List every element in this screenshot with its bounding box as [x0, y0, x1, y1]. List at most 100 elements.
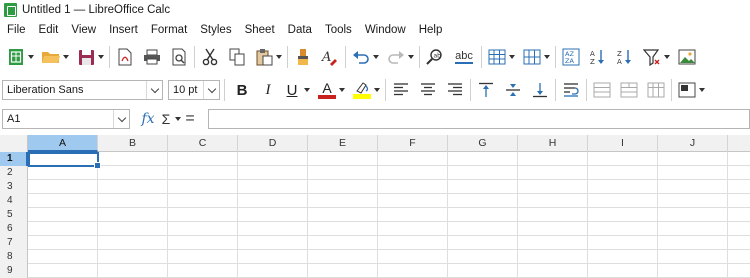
column-header-c[interactable]: C: [168, 135, 238, 152]
cell-g9[interactable]: [448, 264, 518, 278]
open-dropdown[interactable]: [62, 46, 70, 68]
cell-c7[interactable]: [168, 236, 238, 250]
formula-input[interactable]: [208, 109, 750, 129]
cell-j1[interactable]: [658, 152, 728, 166]
column-button[interactable]: [521, 46, 543, 68]
new-spreadsheet-button[interactable]: [5, 46, 27, 68]
cell-h9[interactable]: [518, 264, 588, 278]
cut-button[interactable]: [199, 46, 221, 68]
cell-e3[interactable]: [308, 180, 378, 194]
cell-a8[interactable]: [28, 250, 98, 264]
cell-h7[interactable]: [518, 236, 588, 250]
menu-window[interactable]: Window: [358, 21, 412, 39]
row-header[interactable]: 8: [0, 250, 28, 264]
save-button[interactable]: [75, 46, 97, 68]
cell-d3[interactable]: [238, 180, 308, 194]
cell-d2[interactable]: [238, 166, 308, 180]
center-vertically-button[interactable]: [502, 79, 524, 101]
cell-g6[interactable]: [448, 222, 518, 236]
cell-i2[interactable]: [588, 166, 658, 180]
cell-i7[interactable]: [588, 236, 658, 250]
cell-e1[interactable]: [308, 152, 378, 166]
chevron-down-icon[interactable]: [113, 110, 129, 128]
menu-help[interactable]: Help: [412, 21, 449, 39]
row-header[interactable]: 3: [0, 180, 28, 194]
copy-button[interactable]: [226, 46, 248, 68]
font-color-dropdown[interactable]: [338, 79, 346, 101]
column-header-e[interactable]: E: [308, 135, 378, 152]
cell-j2[interactable]: [658, 166, 728, 180]
cell-e8[interactable]: [308, 250, 378, 264]
cell-b2[interactable]: [98, 166, 168, 180]
cell-h8[interactable]: [518, 250, 588, 264]
cell-d7[interactable]: [238, 236, 308, 250]
highlight-color-dropdown[interactable]: [373, 79, 381, 101]
cell-j3[interactable]: [658, 180, 728, 194]
cell-a3[interactable]: [28, 180, 98, 194]
select-all-corner[interactable]: [0, 135, 28, 152]
row-header[interactable]: 1: [0, 152, 28, 166]
cell-a1[interactable]: [28, 152, 98, 166]
new-dropdown[interactable]: [27, 46, 35, 68]
align-left-button[interactable]: [390, 79, 412, 101]
cell-c6[interactable]: [168, 222, 238, 236]
cell-d5[interactable]: [238, 208, 308, 222]
unmerge-cells-button[interactable]: [645, 79, 667, 101]
menu-data[interactable]: Data: [281, 21, 318, 39]
cell-i5[interactable]: [588, 208, 658, 222]
cell-j5[interactable]: [658, 208, 728, 222]
cell-g2[interactable]: [448, 166, 518, 180]
row-header[interactable]: 2: [0, 166, 28, 180]
spelling-button[interactable]: abc: [451, 46, 477, 68]
cell-b1[interactable]: [98, 152, 168, 166]
cell-i8[interactable]: [588, 250, 658, 264]
menu-format[interactable]: Format: [144, 21, 193, 39]
cell-h5[interactable]: [518, 208, 588, 222]
cell-j4[interactable]: [658, 194, 728, 208]
align-right-button[interactable]: [444, 79, 466, 101]
cell-a9[interactable]: [28, 264, 98, 278]
cell-g3[interactable]: [448, 180, 518, 194]
menu-tools[interactable]: Tools: [318, 21, 358, 39]
cell-h3[interactable]: [518, 180, 588, 194]
cell-c3[interactable]: [168, 180, 238, 194]
chevron-down-icon[interactable]: [203, 81, 219, 99]
column-header-j[interactable]: J: [658, 135, 728, 152]
align-center-button[interactable]: [417, 79, 439, 101]
cell-c1[interactable]: [168, 152, 238, 166]
cell-c8[interactable]: [168, 250, 238, 264]
font-color-button[interactable]: A: [316, 79, 338, 101]
merge-cells-button[interactable]: [591, 79, 613, 101]
row-header[interactable]: 5: [0, 208, 28, 222]
cell-e5[interactable]: [308, 208, 378, 222]
row-header[interactable]: 9: [0, 264, 28, 278]
cell-b5[interactable]: [98, 208, 168, 222]
cell-f6[interactable]: [378, 222, 448, 236]
cell-e7[interactable]: [308, 236, 378, 250]
cell-j7[interactable]: [658, 236, 728, 250]
cell-f5[interactable]: [378, 208, 448, 222]
cell-e9[interactable]: [308, 264, 378, 278]
sum-dropdown[interactable]: [174, 108, 182, 130]
merge-center-button[interactable]: [618, 79, 640, 101]
row-dropdown[interactable]: [508, 46, 516, 68]
cell-i9[interactable]: [588, 264, 658, 278]
cell-c4[interactable]: [168, 194, 238, 208]
column-header-f[interactable]: F: [378, 135, 448, 152]
cell-j8[interactable]: [658, 250, 728, 264]
cell-g4[interactable]: [448, 194, 518, 208]
number-format-dropdown[interactable]: [698, 79, 706, 101]
cell-f4[interactable]: [378, 194, 448, 208]
cell-a2[interactable]: [28, 166, 98, 180]
cell-d1[interactable]: [238, 152, 308, 166]
print-preview-button[interactable]: [168, 46, 190, 68]
sort-button[interactable]: AZ ZA: [560, 46, 582, 68]
cell-b7[interactable]: [98, 236, 168, 250]
cell-a5[interactable]: [28, 208, 98, 222]
autofilter-dropdown[interactable]: [663, 46, 671, 68]
cell-c9[interactable]: [168, 264, 238, 278]
align-bottom-button[interactable]: [529, 79, 551, 101]
cell-j6[interactable]: [658, 222, 728, 236]
sort-descending-button[interactable]: ZA: [614, 46, 636, 68]
cell-c5[interactable]: [168, 208, 238, 222]
